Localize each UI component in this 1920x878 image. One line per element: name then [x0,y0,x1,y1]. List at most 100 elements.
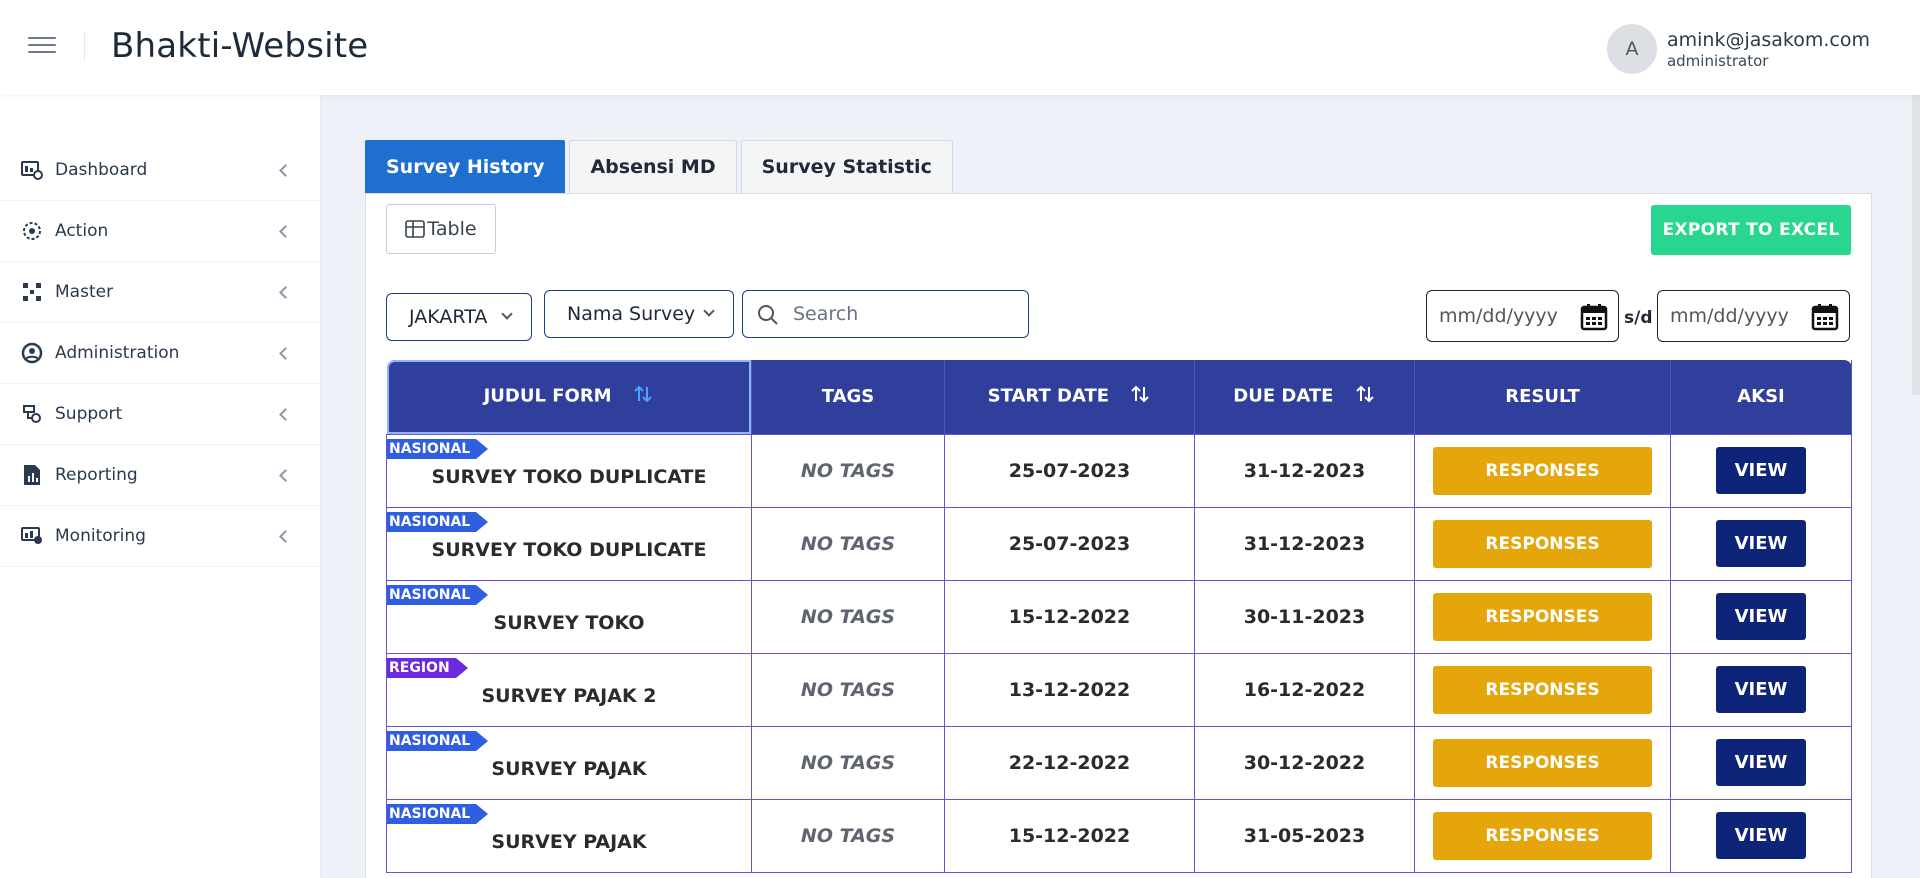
sidebar-item-administration[interactable]: Administration [0,323,320,384]
chevron-left-icon [279,163,292,177]
view-button[interactable]: VIEW [1716,520,1806,567]
sidebar-item-dashboard[interactable]: Dashboard [0,140,320,201]
survey-history-card: Table EXPORT TO EXCEL JAKARTA Nama Surve… [365,193,1872,878]
calendar-icon[interactable] [1580,303,1608,336]
sidebar-item-monitoring[interactable]: Monitoring [0,506,320,567]
sidebar-item-label: Dashboard [55,160,148,180]
table-row: REGION SURVEY PAJAK 2 NO TAGS 13-12-2022 … [386,652,1852,727]
tags-cell: NO TAGS [751,433,945,508]
survey-select-value: Nama Survey [567,303,696,325]
sidebar: Dashboard Action Master Administration S… [0,95,320,878]
view-button[interactable]: VIEW [1716,593,1806,640]
top-header: Bhakti-Website A amink@jasakom.com admin… [0,0,1920,95]
view-button[interactable]: VIEW [1716,812,1806,859]
form-title-cell: REGION SURVEY PAJAK 2 [386,652,752,727]
table-row: NASIONAL SURVEY TOKO NO TAGS 15-12-2022 3… [386,579,1852,654]
scope-badge: NASIONAL [387,803,489,824]
sidebar-item-label: Master [55,282,114,302]
menu-toggle-icon[interactable] [28,37,56,57]
date-range-separator: s/d [1624,308,1653,328]
start-date-cell: 22-12-2022 [944,725,1195,800]
column-header-start-date[interactable]: START DATE [944,360,1195,434]
calendar-icon[interactable] [1811,303,1839,336]
responses-button[interactable]: RESPONSES [1433,665,1652,714]
chevron-left-icon [279,407,292,421]
sort-icon[interactable] [632,383,654,410]
form-title-cell: NASIONAL SURVEY TOKO [386,579,752,654]
column-header-tags: TAGS [751,360,945,434]
table-row: NASIONAL SURVEY PAJAK NO TAGS 15-12-2022 … [386,798,1852,873]
dashboard-icon [20,158,44,182]
tab-survey-history[interactable]: Survey History [365,140,566,193]
responses-button[interactable]: RESPONSES [1433,446,1652,495]
scope-badge: NASIONAL [387,438,489,459]
due-date-cell: 31-05-2023 [1194,798,1415,873]
scope-badge: NASIONAL [387,511,489,532]
responses-button[interactable]: RESPONSES [1433,519,1652,568]
chevron-left-icon [279,468,292,482]
tags-cell: NO TAGS [751,652,945,727]
view-button[interactable]: VIEW [1716,666,1806,713]
view-button[interactable]: VIEW [1716,447,1806,494]
date-to-placeholder: mm/dd/yyyy [1670,305,1789,327]
column-header-judul-form[interactable]: JUDUL FORM [386,360,752,434]
city-select[interactable]: JAKARTA [386,293,532,341]
sidebar-item-action[interactable]: Action [0,201,320,262]
user-role: administrator [1666,52,1769,70]
column-header-aksi: AKSI [1670,360,1852,434]
view-button[interactable]: VIEW [1716,739,1806,786]
search-input[interactable]: Search [742,290,1029,338]
chevron-down-icon [501,308,513,320]
tab-survey-statistic[interactable]: Survey Statistic [740,140,953,193]
due-date-cell: 30-12-2022 [1194,725,1415,800]
page-scrollbar[interactable] [1912,95,1920,395]
sidebar-nav: Dashboard Action Master Administration S… [0,140,320,567]
responses-button[interactable]: RESPONSES [1433,592,1652,641]
sidebar-item-support[interactable]: Support [0,384,320,445]
form-title-cell: NASIONAL SURVEY TOKO DUPLICATE [386,433,752,508]
tab-absensi-md[interactable]: Absensi MD [569,140,737,193]
tags-cell: NO TAGS [751,579,945,654]
export-to-excel-button[interactable]: EXPORT TO EXCEL [1651,205,1851,255]
start-date-cell: 13-12-2022 [944,652,1195,727]
header-divider [84,32,85,62]
result-cell: RESPONSES [1414,725,1671,800]
survey-name-select[interactable]: Nama Survey [544,290,734,338]
date-to-field[interactable]: mm/dd/yyyy [1657,290,1850,342]
sort-icon[interactable] [1129,383,1151,410]
sort-icon[interactable] [1354,383,1376,410]
table-header-row: JUDUL FORM TAGS START DATE DUE DATE RESU… [386,360,1852,434]
start-date-cell: 25-07-2023 [944,506,1195,581]
action-cell: VIEW [1670,652,1852,727]
sidebar-item-master[interactable]: Master [0,262,320,323]
column-header-due-date[interactable]: DUE DATE [1194,360,1415,434]
form-title-cell: NASIONAL SURVEY PAJAK [386,725,752,800]
due-date-cell: 30-11-2023 [1194,579,1415,654]
result-cell: RESPONSES [1414,798,1671,873]
result-cell: RESPONSES [1414,579,1671,654]
user-menu[interactable]: A amink@jasakom.com administrator [1606,24,1870,74]
sidebar-item-label: Reporting [55,465,138,485]
date-from-field[interactable]: mm/dd/yyyy [1426,290,1619,342]
table-view-button[interactable]: Table [386,204,496,254]
sidebar-item-label: Monitoring [55,526,146,546]
form-title-cell: NASIONAL SURVEY TOKO DUPLICATE [386,506,752,581]
sidebar-item-reporting[interactable]: Reporting [0,445,320,506]
chevron-left-icon [279,285,292,299]
user-email: amink@jasakom.com [1666,29,1870,51]
responses-button[interactable]: RESPONSES [1433,738,1652,787]
chevron-down-icon [703,305,715,317]
action-cell: VIEW [1670,798,1852,873]
avatar[interactable]: A [1606,24,1657,74]
result-cell: RESPONSES [1414,506,1671,581]
tags-cell: NO TAGS [751,725,945,800]
responses-button[interactable]: RESPONSES [1433,811,1652,860]
tab-bar: Survey History Absensi MD Survey Statist… [365,140,957,193]
search-icon [757,304,779,331]
main-content: Survey History Absensi MD Survey Statist… [320,95,1920,878]
action-cell: VIEW [1670,433,1852,508]
table-icon [405,220,426,238]
action-icon [20,219,44,243]
survey-table: JUDUL FORM TAGS START DATE DUE DATE RESU… [386,360,1852,873]
sidebar-item-label: Action [55,221,109,241]
